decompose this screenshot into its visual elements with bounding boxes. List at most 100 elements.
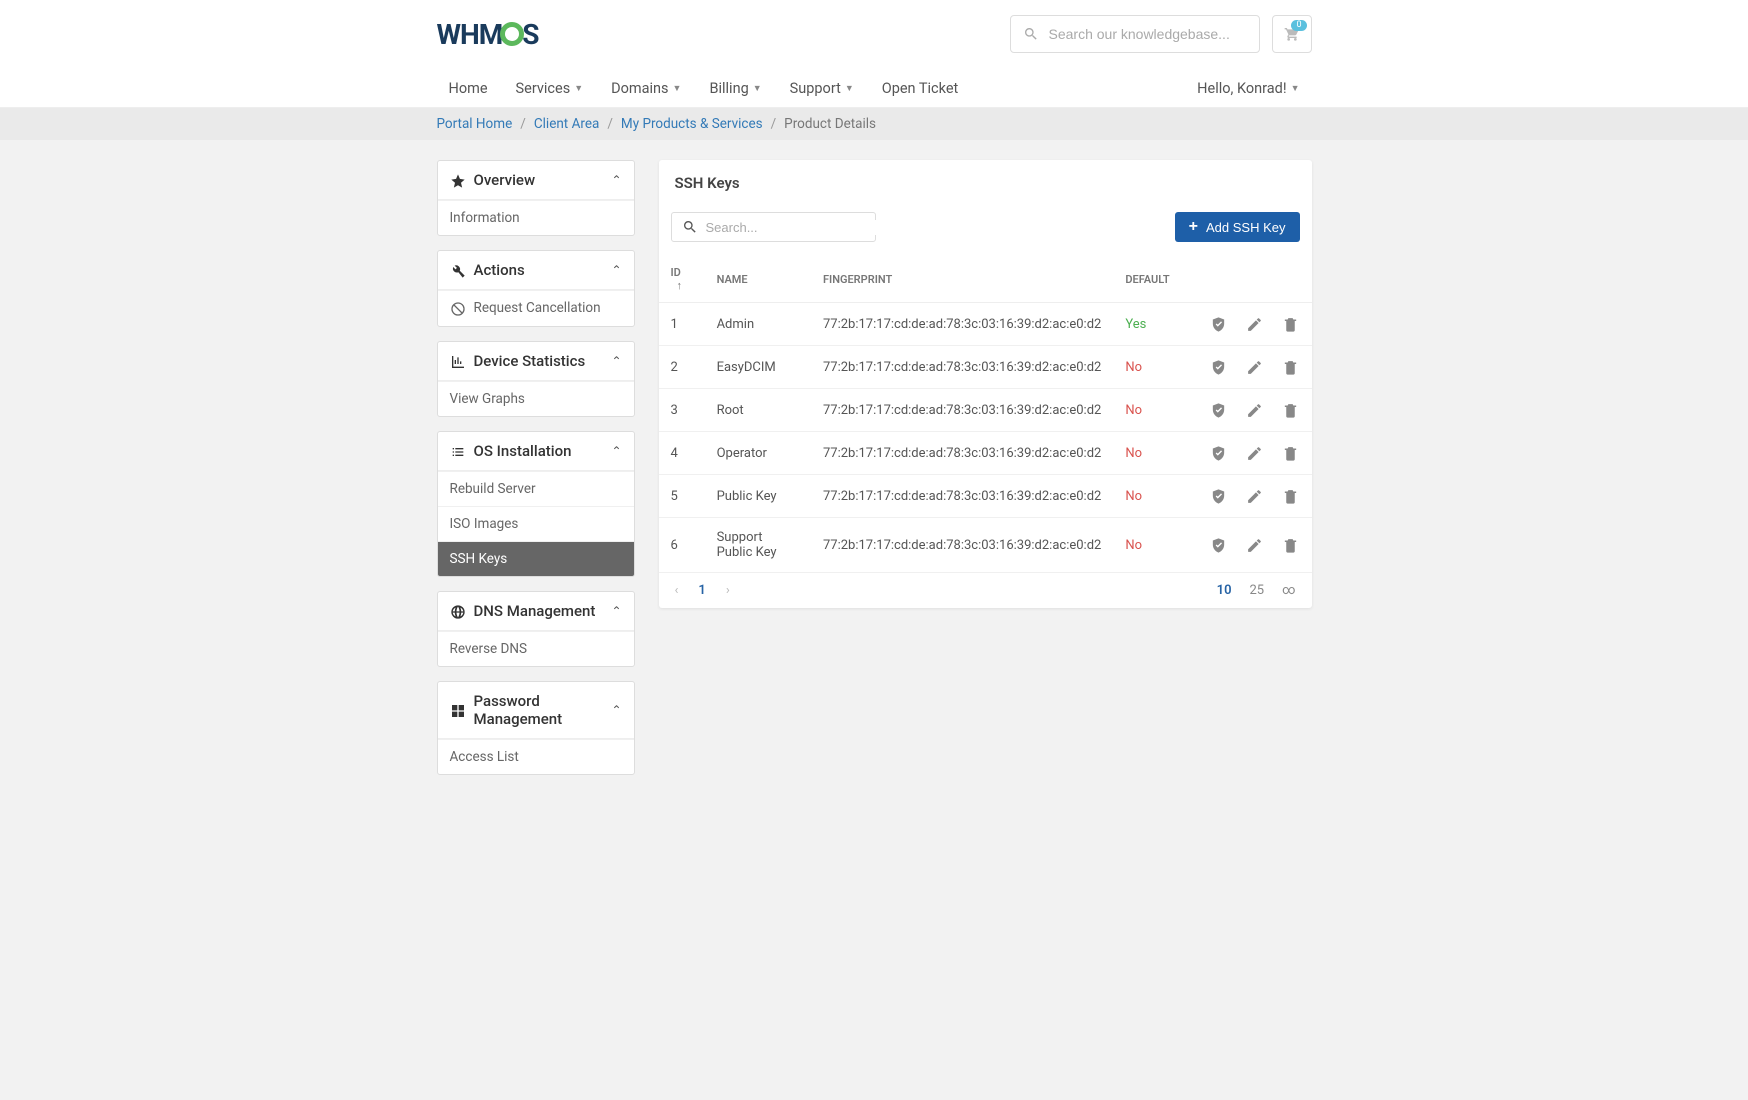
cell-default: No	[1113, 475, 1197, 518]
chevron-up-icon: ⌃	[611, 444, 621, 458]
cell-id: 3	[659, 389, 705, 432]
sidebar-item-request-cancellation[interactable]: Request Cancellation	[438, 290, 634, 325]
cell-name: Support Public Key	[705, 518, 811, 573]
navbar: Home Services▼ Domains▼ Billing▼ Support…	[0, 68, 1748, 108]
trash-icon[interactable]	[1282, 401, 1300, 419]
cell-id: 5	[659, 475, 705, 518]
content-panel: SSH Keys + Add SSH Key ID ↑ NAME FINGER	[659, 160, 1312, 608]
edit-icon[interactable]	[1246, 487, 1264, 505]
panel-actions-header[interactable]: Actions ⌃	[438, 251, 634, 290]
table-row: 1Admin77:2b:17:17:cd:de:ad:78:3c:03:16:3…	[659, 303, 1312, 346]
chevron-up-icon: ⌃	[611, 173, 621, 187]
sidebar-item-view-graphs[interactable]: View Graphs	[438, 381, 634, 416]
trash-icon[interactable]	[1282, 444, 1300, 462]
pagination: ‹ 1 ›	[675, 583, 730, 598]
cell-name: Root	[705, 389, 811, 432]
gear-icon	[500, 22, 524, 46]
panel-stats-header[interactable]: Device Statistics ⌃	[438, 342, 634, 381]
wrench-icon	[450, 261, 466, 279]
ssh-search[interactable]	[671, 212, 876, 242]
sidebar-item-reverse-dns[interactable]: Reverse DNS	[438, 631, 634, 666]
page-current[interactable]: 1	[698, 583, 705, 598]
edit-icon[interactable]	[1246, 536, 1264, 554]
col-fingerprint[interactable]: FINGERPRINT	[811, 256, 1113, 303]
chevron-down-icon: ▼	[753, 83, 762, 94]
nav-open-ticket[interactable]: Open Ticket	[870, 72, 971, 105]
cell-default: No	[1113, 518, 1197, 573]
page-next[interactable]: ›	[726, 583, 730, 598]
sidebar-item-rebuild-server[interactable]: Rebuild Server	[438, 471, 634, 506]
cell-fingerprint: 77:2b:17:17:cd:de:ad:78:3c:03:16:39:d2:a…	[811, 346, 1113, 389]
trash-icon[interactable]	[1282, 487, 1300, 505]
nav-home[interactable]: Home	[437, 72, 500, 105]
sort-asc-icon: ↑	[677, 279, 683, 292]
cell-default: No	[1113, 389, 1197, 432]
cancel-icon	[450, 300, 466, 316]
cell-name: EasyDCIM	[705, 346, 811, 389]
ssh-search-input[interactable]	[706, 220, 882, 235]
page-size-inf[interactable]: ∞	[1282, 583, 1295, 598]
cell-default: No	[1113, 432, 1197, 475]
page-size-25[interactable]: 25	[1250, 583, 1265, 598]
page-size-10[interactable]: 10	[1217, 583, 1232, 598]
sidebar-item-information[interactable]: Information	[438, 200, 634, 235]
sidebar-item-access-list[interactable]: Access List	[438, 739, 634, 774]
page-prev[interactable]: ‹	[675, 583, 679, 598]
trash-icon[interactable]	[1282, 536, 1300, 554]
sidebar: Overview ⌃ Information Actions ⌃ Request…	[437, 160, 635, 789]
shield-icon[interactable]	[1210, 444, 1228, 462]
cell-default: Yes	[1113, 303, 1197, 346]
chevron-up-icon: ⌃	[611, 604, 621, 618]
cell-fingerprint: 77:2b:17:17:cd:de:ad:78:3c:03:16:39:d2:a…	[811, 303, 1113, 346]
chevron-down-icon: ▼	[1291, 83, 1300, 94]
grid-icon	[450, 701, 466, 719]
col-default[interactable]: DEFAULT	[1113, 256, 1197, 303]
cell-fingerprint: 77:2b:17:17:cd:de:ad:78:3c:03:16:39:d2:a…	[811, 389, 1113, 432]
cell-id: 4	[659, 432, 705, 475]
edit-icon[interactable]	[1246, 444, 1264, 462]
nav-billing[interactable]: Billing▼	[697, 72, 773, 105]
knowledgebase-search[interactable]	[1010, 15, 1260, 53]
shield-icon[interactable]	[1210, 315, 1228, 333]
shield-icon[interactable]	[1210, 401, 1228, 419]
bc-my-products[interactable]: My Products & Services	[621, 116, 763, 132]
panel-overview: Overview ⌃ Information	[437, 160, 635, 236]
trash-icon[interactable]	[1282, 315, 1300, 333]
cell-default: No	[1113, 346, 1197, 389]
panel-pwd-header[interactable]: Password Management ⌃	[438, 682, 634, 739]
sidebar-item-iso-images[interactable]: ISO Images	[438, 506, 634, 541]
cell-fingerprint: 77:2b:17:17:cd:de:ad:78:3c:03:16:39:d2:a…	[811, 475, 1113, 518]
bc-portal-home[interactable]: Portal Home	[437, 116, 513, 132]
chevron-up-icon: ⌃	[611, 703, 621, 717]
edit-icon[interactable]	[1246, 315, 1264, 333]
nav-support[interactable]: Support▼	[778, 72, 866, 105]
shield-icon[interactable]	[1210, 536, 1228, 554]
panel-os-header[interactable]: OS Installation ⌃	[438, 432, 634, 471]
panel-overview-header[interactable]: Overview ⌃	[438, 161, 634, 200]
plus-icon: +	[1189, 219, 1198, 235]
sidebar-item-ssh-keys[interactable]: SSH Keys	[438, 541, 634, 576]
shield-icon[interactable]	[1210, 358, 1228, 376]
col-id[interactable]: ID ↑	[659, 256, 705, 303]
chevron-up-icon: ⌃	[611, 263, 621, 277]
trash-icon[interactable]	[1282, 358, 1300, 376]
cell-name: Admin	[705, 303, 811, 346]
nav-domains[interactable]: Domains▼	[599, 72, 693, 105]
shield-icon[interactable]	[1210, 487, 1228, 505]
knowledgebase-search-input[interactable]	[1049, 26, 1247, 42]
cell-id: 1	[659, 303, 705, 346]
nav-services[interactable]: Services▼	[504, 72, 596, 105]
logo[interactable]: WHM S	[437, 18, 539, 51]
edit-icon[interactable]	[1246, 358, 1264, 376]
user-greeting-dropdown[interactable]: Hello, Konrad! ▼	[1185, 72, 1311, 105]
panel-dns-header[interactable]: DNS Management ⌃	[438, 592, 634, 631]
breadcrumb: Portal Home / Client Area / My Products …	[0, 108, 1748, 140]
add-ssh-key-button[interactable]: + Add SSH Key	[1175, 212, 1300, 242]
bc-client-area[interactable]: Client Area	[534, 116, 600, 132]
table-row: 3Root77:2b:17:17:cd:de:ad:78:3c:03:16:39…	[659, 389, 1312, 432]
col-name[interactable]: NAME	[705, 256, 811, 303]
edit-icon[interactable]	[1246, 401, 1264, 419]
cart-button[interactable]: 0	[1272, 15, 1312, 53]
star-icon	[450, 171, 466, 189]
panel-os-installation: OS Installation ⌃ Rebuild Server ISO Ima…	[437, 431, 635, 577]
